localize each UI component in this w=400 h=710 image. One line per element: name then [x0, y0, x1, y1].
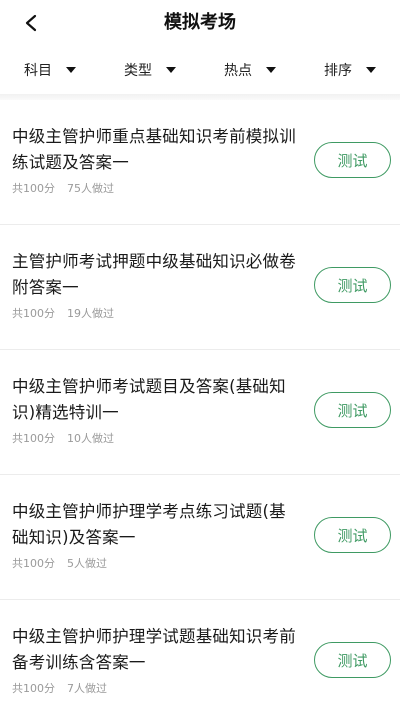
back-button[interactable]	[18, 10, 44, 36]
filter-sort[interactable]: 排序	[300, 54, 400, 86]
test-button[interactable]: 测试	[314, 642, 391, 678]
exam-item[interactable]: 主管护师考试押题中级基础知识必做卷附答案一 共100分 19人做过 测试	[0, 225, 400, 350]
filter-type[interactable]: 类型	[100, 54, 200, 86]
exam-score: 共100分	[12, 432, 55, 445]
exam-title: 中级主管护师护理学考点练习试题(基础知识)及答案一	[12, 502, 286, 547]
exam-meta: 共100分 5人做过	[12, 555, 107, 571]
exam-score: 共100分	[12, 182, 55, 195]
top-bar: 模拟考场	[0, 0, 400, 46]
exam-meta: 共100分 10人做过	[12, 430, 114, 446]
filter-label: 热点	[224, 63, 252, 79]
filter-hot[interactable]: 热点	[200, 54, 300, 86]
caret-down-icon	[366, 67, 376, 73]
exam-meta: 共100分 19人做过	[12, 305, 114, 321]
exam-done-count: 5人做过	[67, 557, 107, 570]
filter-label: 类型	[124, 63, 152, 79]
exam-score: 共100分	[12, 557, 55, 570]
filter-label: 科目	[24, 63, 52, 79]
caret-down-icon	[66, 67, 76, 73]
exam-item[interactable]: 中级主管护师护理学考点练习试题(基础知识)及答案一 共100分 5人做过 测试	[0, 475, 400, 600]
caret-down-icon	[266, 67, 276, 73]
exam-meta: 共100分 75人做过	[12, 180, 114, 196]
test-button[interactable]: 测试	[314, 142, 391, 178]
exam-score: 共100分	[12, 682, 55, 695]
exam-item[interactable]: 中级主管护师重点基础知识考前模拟训练试题及答案一 共100分 75人做过 测试	[0, 100, 400, 225]
page-title: 模拟考场	[164, 12, 236, 33]
exam-done-count: 7人做过	[67, 682, 107, 695]
exam-item[interactable]: 中级主管护师考试题目及答案(基础知识)精选特训一 共100分 10人做过 测试	[0, 350, 400, 475]
filter-label: 排序	[324, 63, 352, 79]
test-button[interactable]: 测试	[314, 392, 391, 428]
chevron-left-icon	[25, 14, 37, 32]
exam-title: 中级主管护师考试题目及答案(基础知识)精选特训一	[12, 377, 286, 422]
exam-done-count: 75人做过	[67, 182, 114, 195]
filter-subject[interactable]: 科目	[0, 54, 100, 86]
exam-score: 共100分	[12, 307, 55, 320]
test-button[interactable]: 测试	[314, 517, 391, 553]
exam-done-count: 19人做过	[67, 307, 114, 320]
exam-item[interactable]: 中级主管护师护理学试题基础知识考前备考训练含答案一 共100分 7人做过 测试	[0, 600, 400, 710]
test-button[interactable]: 测试	[314, 267, 391, 303]
caret-down-icon	[166, 67, 176, 73]
exam-list: 中级主管护师重点基础知识考前模拟训练试题及答案一 共100分 75人做过 测试 …	[0, 100, 400, 710]
exam-title: 主管护师考试押题中级基础知识必做卷附答案一	[12, 252, 296, 297]
exam-title: 中级主管护师护理学试题基础知识考前备考训练含答案一	[12, 627, 296, 672]
exam-meta: 共100分 7人做过	[12, 680, 107, 696]
exam-done-count: 10人做过	[67, 432, 114, 445]
exam-title: 中级主管护师重点基础知识考前模拟训练试题及答案一	[12, 127, 296, 172]
filter-bar: 科目 类型 热点 排序	[0, 54, 400, 86]
